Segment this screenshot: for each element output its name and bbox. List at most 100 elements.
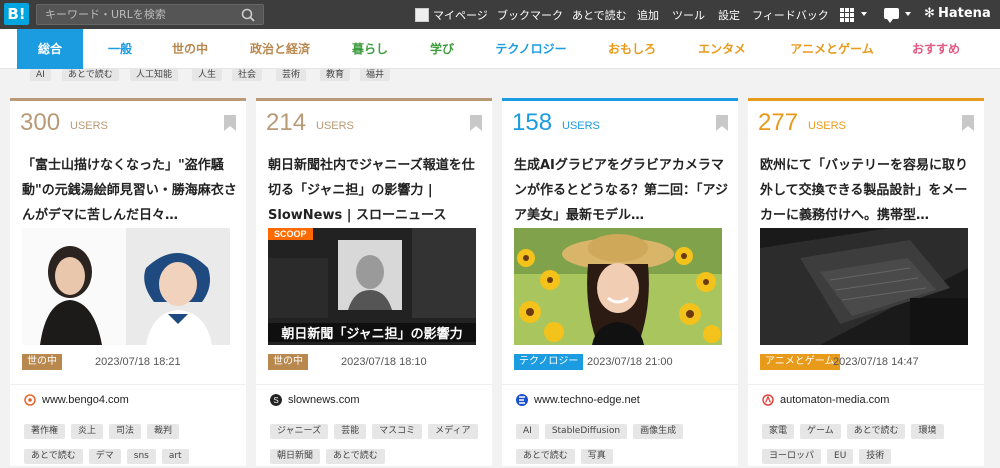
tag[interactable]: 芸能 xyxy=(334,424,367,439)
tag[interactable]: 芸術 xyxy=(276,69,307,81)
tag[interactable]: StableDiffusion xyxy=(544,424,628,439)
tag[interactable]: 福井 xyxy=(360,69,391,81)
svg-text:S: S xyxy=(273,396,278,405)
tag[interactable]: 写真 xyxy=(580,449,613,464)
search-icon[interactable] xyxy=(241,8,255,22)
tag[interactable]: 朝日新聞 xyxy=(270,449,321,464)
notification-bubble-icon[interactable] xyxy=(884,8,899,23)
entry-card: 277 USERS 欧州にて「バッテリーを容易に取り外して交換できる製品設計」を… xyxy=(748,98,984,466)
nav-tools[interactable]: ツール xyxy=(672,7,705,23)
tag[interactable]: EU xyxy=(827,449,854,464)
divider xyxy=(748,384,984,385)
hatena-brand[interactable]: Hatena xyxy=(938,6,991,21)
tab-manabi[interactable]: 学び xyxy=(420,29,464,69)
nav-feedback[interactable]: フィードバック xyxy=(752,7,829,23)
bookmark-icon[interactable] xyxy=(224,115,236,131)
bookmark-icon[interactable] xyxy=(470,115,482,131)
hatena-bookmark-logo[interactable]: B! xyxy=(4,3,29,25)
category-badge[interactable]: テクノロジー xyxy=(514,354,584,370)
tag[interactable]: sns xyxy=(126,449,156,464)
apps-grid-icon[interactable] xyxy=(840,8,854,22)
entry-date: 2023/07/18 18:10 xyxy=(341,356,427,368)
users-count[interactable]: 300 xyxy=(20,109,60,137)
search-box[interactable] xyxy=(36,4,264,25)
divider xyxy=(256,384,492,385)
tab-yononaka[interactable]: 世の中 xyxy=(160,29,220,69)
tag[interactable]: ゲーム xyxy=(800,424,841,439)
tag[interactable]: ジャニーズ xyxy=(270,424,329,439)
entry-date: 2023/07/18 14:47 xyxy=(833,356,919,368)
users-count[interactable]: 214 xyxy=(266,109,306,137)
tag[interactable]: ヨーロッパ xyxy=(762,449,822,464)
users-label: USERS xyxy=(70,120,108,132)
category-badge[interactable]: 世の中 xyxy=(22,354,62,370)
nav-add[interactable]: 追加 xyxy=(637,7,659,23)
tab-omoshiro[interactable]: おもしろ xyxy=(600,29,664,69)
nav-mypage[interactable]: マイページ xyxy=(415,0,488,29)
tag[interactable]: あとで読む xyxy=(326,449,385,464)
tag[interactable]: あとで読む xyxy=(24,449,83,464)
tab-sougou[interactable]: 総合 xyxy=(17,29,83,69)
bookmark-icon[interactable] xyxy=(716,115,728,131)
tag[interactable]: 画像生成 xyxy=(633,424,684,439)
tag[interactable]: 炎上 xyxy=(71,424,104,439)
tag[interactable]: 家電 xyxy=(762,424,795,439)
entry-title[interactable]: 欧州にて「バッテリーを容易に取り外して交換できる製品設計」をメーカーに義務付けへ… xyxy=(760,153,976,228)
entry-thumbnail[interactable] xyxy=(514,228,722,345)
nav-bookmark[interactable]: ブックマーク xyxy=(497,7,563,23)
nav-read-later[interactable]: あとで読む xyxy=(572,7,627,23)
users-count[interactable]: 277 xyxy=(758,109,798,137)
tag[interactable]: あとで読む xyxy=(62,69,119,81)
previous-row-tags: AI あとで読む 人工知能 人生 社会 芸術 教育 福井 xyxy=(0,69,1000,83)
bookmark-icon[interactable] xyxy=(962,115,974,131)
top-bar: B! マイページ ブックマーク あとで読む 追加 ツール 設定 フィードバック … xyxy=(0,0,1000,29)
tab-seiji-keizai[interactable]: 政治と経済 xyxy=(242,29,318,69)
tab-ippan[interactable]: 一般 xyxy=(98,29,142,69)
tag[interactable]: 人工知能 xyxy=(130,69,179,81)
tag[interactable]: マスコミ xyxy=(372,424,423,439)
search-input[interactable] xyxy=(45,5,235,24)
tag[interactable]: 社会 xyxy=(232,69,263,81)
entry-title[interactable]: 生成AIグラビアをグラビアカメラマンが作るとどうなる？第二回：「アジア美女」最新… xyxy=(514,153,730,228)
nav-settings[interactable]: 設定 xyxy=(718,7,740,23)
tag[interactable]: あとで読む xyxy=(846,424,906,439)
tag[interactable]: 著作権 xyxy=(24,424,66,439)
tag-list: AI StableDiffusion 画像生成あとで読む 写真 xyxy=(516,418,731,468)
tag[interactable]: 環境 xyxy=(911,424,944,439)
tab-kurashi[interactable]: 暮らし xyxy=(345,29,395,69)
tag[interactable]: 司法 xyxy=(109,424,142,439)
tag[interactable]: デマ xyxy=(88,449,121,464)
category-badge[interactable]: アニメとゲーム xyxy=(760,354,840,370)
entry-thumbnail[interactable] xyxy=(760,228,968,345)
tag-list: 家電 ゲーム あとで読む 環境ヨーロッパ EU 技術 xyxy=(762,418,977,468)
tag[interactable]: 教育 xyxy=(320,69,351,81)
tag-list: ジャニーズ 芸能 マスコミ メディア朝日新聞 あとで読む xyxy=(270,418,485,468)
tag[interactable]: AI xyxy=(30,69,51,81)
entry-card: 214 USERS 朝日新聞社内でジャニーズ報道を仕切る「ジャニ担」の影響力 |… xyxy=(256,98,492,466)
site-domain[interactable]: slownews.com xyxy=(288,393,360,407)
tab-entame[interactable]: エンタメ xyxy=(690,29,754,69)
users-count[interactable]: 158 xyxy=(512,109,552,137)
tag[interactable]: メディア xyxy=(428,424,478,439)
tag[interactable]: 人生 xyxy=(192,69,223,81)
entry-thumbnail[interactable] xyxy=(22,228,230,345)
tag[interactable]: 裁判 xyxy=(147,424,180,439)
tag[interactable]: 技術 xyxy=(859,449,892,464)
site-domain[interactable]: automaton-media.com xyxy=(780,393,889,407)
divider xyxy=(502,384,738,385)
entry-thumbnail[interactable]: SCOOP 朝日新聞「ジャニ担」の影響力 xyxy=(268,228,476,345)
chevron-down-icon[interactable] xyxy=(905,12,911,16)
site-domain[interactable]: www.bengo4.com xyxy=(42,393,129,407)
entry-title[interactable]: 朝日新聞社内でジャニーズ報道を仕切る「ジャニ担」の影響力 | SlowNews … xyxy=(268,153,484,228)
tag[interactable]: あとで読む xyxy=(516,449,575,464)
chevron-down-icon[interactable] xyxy=(861,12,867,16)
site-domain[interactable]: www.techno-edge.net xyxy=(534,393,640,407)
tab-anime-game[interactable]: アニメとゲーム xyxy=(780,29,884,69)
category-tabs: 総合 一般 世の中 政治と経済 暮らし 学び テクノロジー おもしろ エンタメ … xyxy=(0,29,1000,69)
entry-title[interactable]: 「富士山描けなくなった」"盗作騒動"の元銭湯絵師見習い・勝海麻衣さんがデマに苦し… xyxy=(22,153,238,228)
tag[interactable]: art xyxy=(161,449,189,464)
category-badge[interactable]: 世の中 xyxy=(268,354,308,370)
tab-osusume[interactable]: おすすめ xyxy=(904,29,968,69)
tag[interactable]: AI xyxy=(516,424,539,439)
tab-technology[interactable]: テクノロジー xyxy=(488,29,574,69)
